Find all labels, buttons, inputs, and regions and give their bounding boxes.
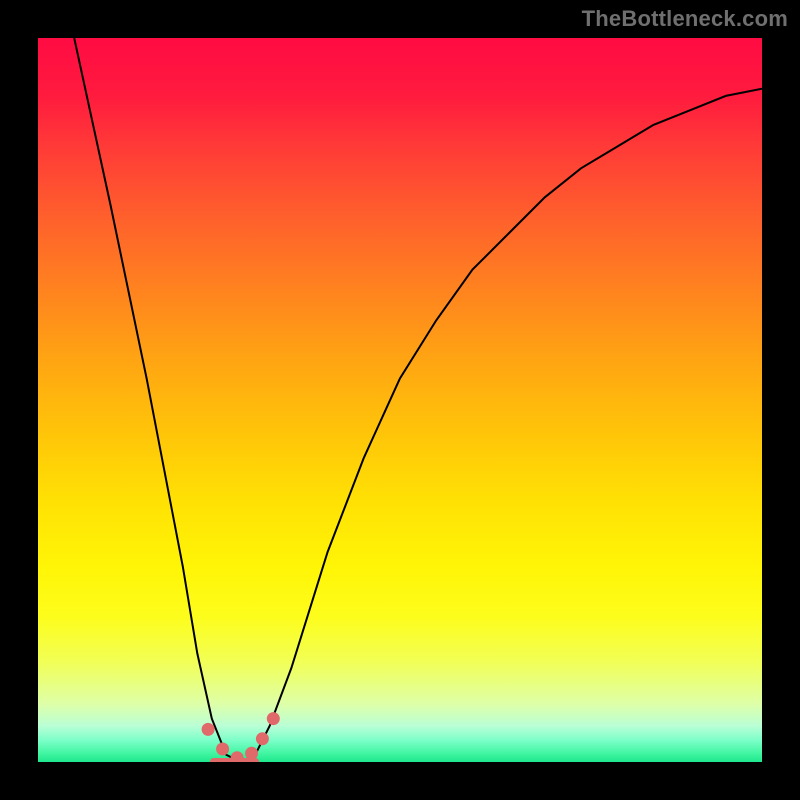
marker-group <box>202 712 280 762</box>
chart-frame: TheBottleneck.com <box>0 0 800 800</box>
curve-svg <box>38 38 762 762</box>
plot-area <box>38 38 762 762</box>
marker-dot <box>256 732 269 745</box>
marker-dot <box>202 723 215 736</box>
watermark-text: TheBottleneck.com <box>582 6 788 32</box>
marker-dot <box>216 743 229 756</box>
bottleneck-curve <box>74 38 762 762</box>
marker-dot <box>267 712 280 725</box>
marker-dot <box>245 747 258 760</box>
